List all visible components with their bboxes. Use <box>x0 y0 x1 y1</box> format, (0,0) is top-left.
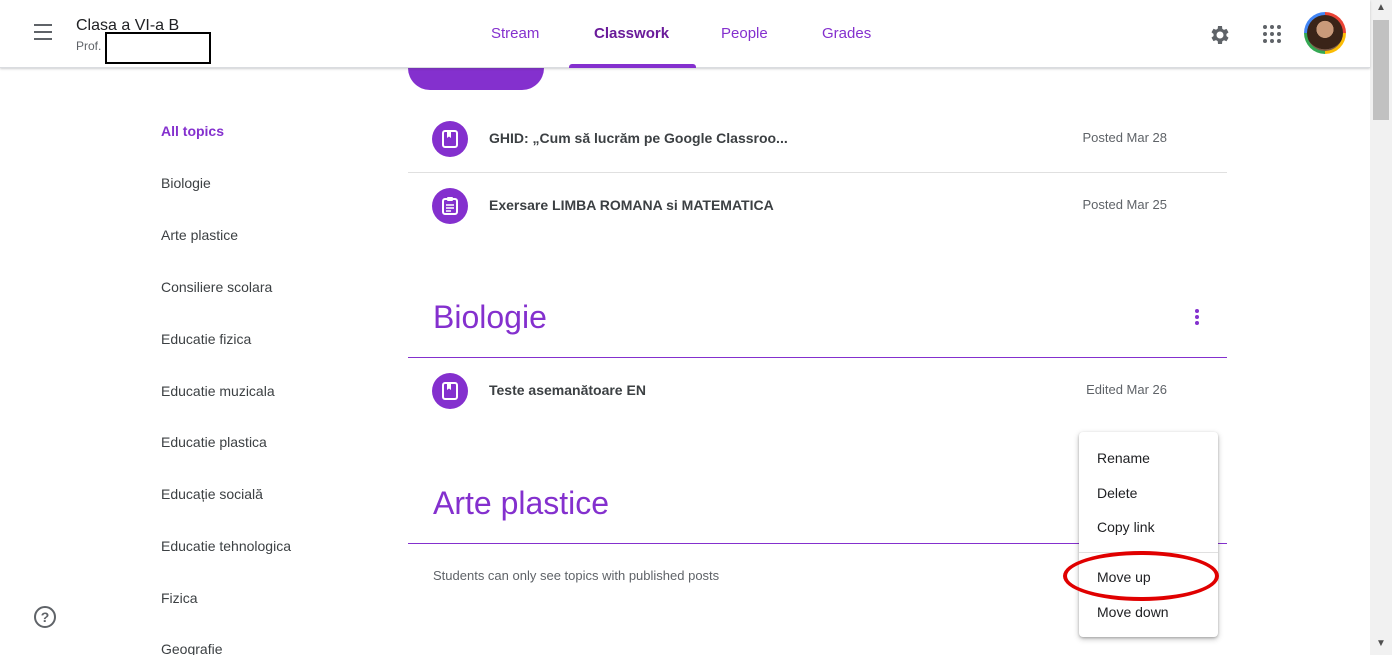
topic-educatie-fizica[interactable]: Educatie fizica <box>161 331 251 347</box>
topic-heading-biologie: Biologie <box>433 299 547 335</box>
topic-geografie[interactable]: Geografie <box>161 641 222 655</box>
material-icon <box>432 373 468 409</box>
scroll-down-arrow-icon[interactable]: ▼ <box>1376 638 1386 649</box>
topic-consiliere-scolara[interactable]: Consiliere scolara <box>161 279 272 295</box>
tab-grades[interactable]: Grades <box>822 25 871 42</box>
gear-icon[interactable] <box>1207 23 1231 47</box>
scrollbar[interactable]: ▲ ▼ <box>1370 0 1392 655</box>
menu-item-delete[interactable]: Delete <box>1097 485 1137 501</box>
list-item[interactable]: Teste asemanătoare EN Edited Mar 26 <box>408 357 1227 423</box>
menu-divider <box>1079 552 1218 553</box>
assignment-icon <box>432 188 468 224</box>
post-title: Exersare LIMBA ROMANA si MATEMATICA <box>489 197 774 213</box>
topic-biologie[interactable]: Biologie <box>161 175 211 191</box>
help-icon[interactable]: ? <box>34 606 56 628</box>
post-title: Teste asemanătoare EN <box>489 382 646 398</box>
topic-educatie-tehnologica[interactable]: Educatie tehnologica <box>161 538 291 554</box>
list-item[interactable]: GHID: „Cum să lucrăm pe Google Classroo.… <box>408 105 1227 171</box>
topic-heading-arte-plastice: Arte plastice <box>433 485 610 521</box>
menu-item-move-up[interactable]: Move up <box>1097 569 1151 585</box>
topic-all-topics[interactable]: All topics <box>161 123 224 139</box>
topic-arte-plastice[interactable]: Arte plastice <box>161 227 238 243</box>
top-app-bar: Clasa a VI-a B Prof. Stream Classwork Pe… <box>0 0 1370 68</box>
more-options-icon[interactable] <box>1187 307 1207 331</box>
post-title: GHID: „Cum să lucrăm pe Google Classroo.… <box>489 130 788 146</box>
topic-context-menu: Rename Delete Copy link Move up Move dow… <box>1079 432 1218 637</box>
tab-stream[interactable]: Stream <box>491 25 539 42</box>
menu-item-move-down[interactable]: Move down <box>1097 604 1169 620</box>
menu-item-copy-link[interactable]: Copy link <box>1097 519 1155 535</box>
post-date: Edited Mar 26 <box>1086 382 1167 397</box>
topic-educatie-sociala[interactable]: Educație socială <box>161 486 263 502</box>
scroll-thumb[interactable] <box>1373 20 1389 120</box>
list-item[interactable]: Exersare LIMBA ROMANA si MATEMATICA Post… <box>408 172 1227 238</box>
menu-item-rename[interactable]: Rename <box>1097 450 1150 466</box>
topic-educatie-plastica[interactable]: Educatie plastica <box>161 434 267 450</box>
topic-notice: Students can only see topics with publis… <box>433 568 720 583</box>
tab-classwork[interactable]: Classwork <box>594 25 669 42</box>
active-tab-indicator <box>569 64 696 68</box>
material-icon <box>432 121 468 157</box>
tab-bar: Stream Classwork People Grades <box>0 0 1370 68</box>
post-date: Posted Mar 25 <box>1082 197 1167 212</box>
tab-people[interactable]: People <box>721 25 768 42</box>
apps-grid-icon[interactable] <box>1262 24 1282 44</box>
post-date: Posted Mar 28 <box>1082 130 1167 145</box>
avatar[interactable] <box>1304 12 1346 54</box>
topic-educatie-muzicala[interactable]: Educatie muzicala <box>161 383 275 399</box>
topic-fizica[interactable]: Fizica <box>161 590 198 606</box>
scroll-up-arrow-icon[interactable]: ▲ <box>1376 2 1386 13</box>
